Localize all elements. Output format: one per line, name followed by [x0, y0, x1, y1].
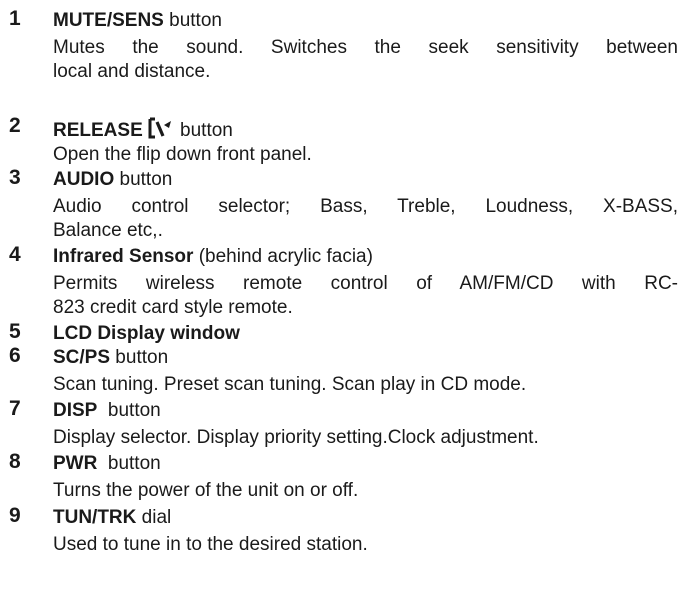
- item-description: Used to tune in to the desired station.: [53, 533, 678, 557]
- item-number: 8: [9, 450, 21, 473]
- item-name: DISP: [53, 400, 98, 421]
- item-name: AUDIO: [53, 169, 115, 190]
- description-line: Scan tuning. Preset scan tuning. Scan pl…: [53, 374, 527, 395]
- item-description: Permits wireless remote control of AM/FM…: [53, 272, 678, 319]
- item-description: Mutes the sound. Switches the seek sensi…: [53, 36, 678, 83]
- item-title: SC/PS button: [53, 347, 168, 369]
- item-suffix: button: [174, 120, 233, 141]
- item-title: Infrared Sensor (behind acrylic facia): [53, 246, 373, 268]
- description-line: Audio control selector; Bass, Treble, Lo…: [53, 196, 678, 217]
- item-number: 4: [9, 243, 21, 266]
- description-line: Display selector. Display priority setti…: [53, 427, 539, 448]
- release-panel-icon: [147, 117, 173, 145]
- item-description: Open the flip down front panel.: [53, 143, 678, 167]
- item-number: 7: [9, 397, 21, 420]
- item-description: Display selector. Display priority setti…: [53, 426, 678, 450]
- item-suffix: button: [110, 347, 169, 368]
- item-number: 5: [9, 320, 21, 343]
- item-name: SC/PS: [53, 347, 111, 368]
- item-suffix: (behind acrylic facia): [193, 246, 373, 267]
- description-line: Turns the power of the unit on or off.: [53, 480, 359, 501]
- item-title: MUTE/SENS button: [53, 10, 222, 32]
- item-title: TUN/TRK dial: [53, 507, 171, 529]
- item-suffix: dial: [136, 507, 172, 528]
- item-title: DISP button: [53, 400, 161, 422]
- description-line: Mutes the sound. Switches the seek sensi…: [53, 37, 678, 58]
- item-suffix: button: [114, 169, 173, 190]
- item-number: 6: [9, 344, 21, 367]
- item-number: 1: [9, 7, 21, 30]
- item-title: RELEASE button: [53, 117, 233, 145]
- item-number: 9: [9, 504, 21, 527]
- description-line: Used to tune in to the desired station.: [53, 534, 368, 555]
- description-line: Balance etc,.: [53, 219, 163, 241]
- item-title: LCD Display window: [53, 323, 240, 345]
- item-number: 3: [9, 166, 21, 189]
- item-description: Audio control selector; Bass, Treble, Lo…: [53, 195, 678, 242]
- item-name: Infrared Sensor: [53, 246, 194, 267]
- item-name: MUTE/SENS: [53, 10, 164, 31]
- item-name: PWR: [53, 453, 98, 474]
- item-name: LCD Display window: [53, 323, 240, 344]
- item-suffix: button: [163, 10, 222, 31]
- description-line: Open the flip down front panel.: [53, 144, 312, 165]
- item-number: 2: [9, 114, 21, 137]
- description-line: local and distance.: [53, 60, 211, 82]
- item-description: Scan tuning. Preset scan tuning. Scan pl…: [53, 373, 678, 397]
- description-line: 823 credit card style remote.: [53, 296, 293, 318]
- item-title: PWR button: [53, 453, 161, 475]
- item-name: RELEASE: [53, 120, 143, 141]
- item-suffix: button: [97, 400, 161, 421]
- item-description: Turns the power of the unit on or off.: [53, 479, 678, 503]
- item-title: AUDIO button: [53, 169, 172, 191]
- item-suffix: button: [97, 453, 161, 474]
- item-name: TUN/TRK: [53, 507, 137, 528]
- description-line: Permits wireless remote control of AM/FM…: [53, 273, 678, 294]
